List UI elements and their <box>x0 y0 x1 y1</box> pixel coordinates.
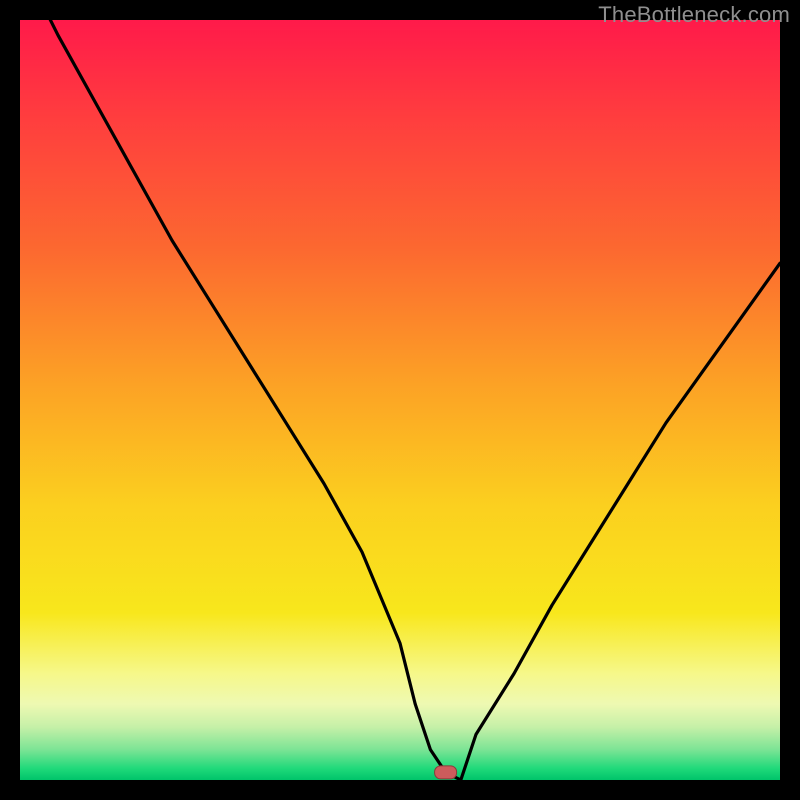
optimal-marker <box>435 766 457 779</box>
watermark-text: TheBottleneck.com <box>598 2 790 28</box>
gradient-background <box>20 20 780 780</box>
chart-frame: TheBottleneck.com <box>0 0 800 800</box>
chart-svg <box>20 20 780 780</box>
plot-area <box>20 20 780 780</box>
